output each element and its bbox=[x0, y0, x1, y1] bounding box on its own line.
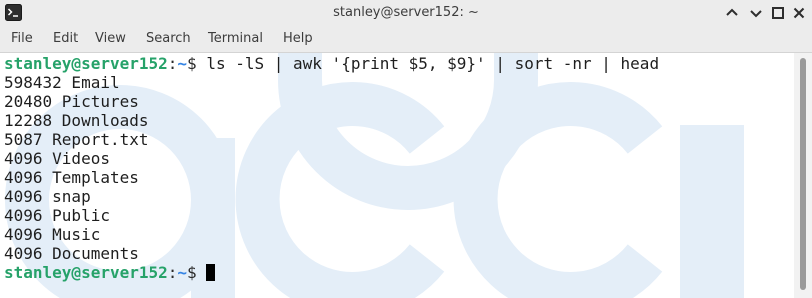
close-icon[interactable] bbox=[791, 5, 807, 21]
prompt-user-host: stanley@server152 bbox=[4, 54, 168, 73]
menu-search[interactable]: Search bbox=[146, 31, 191, 46]
minimize-icon[interactable] bbox=[724, 5, 740, 21]
output-line: 5087 Report.txt bbox=[4, 130, 149, 149]
scrollbar-thumb[interactable] bbox=[800, 58, 806, 290]
prompt-path: ~ bbox=[177, 263, 188, 282]
vertical-scrollbar[interactable] bbox=[794, 53, 812, 298]
terminal-window: stanley@server152: ~ File Edit View Sear… bbox=[0, 0, 812, 298]
prompt-user-host: stanley@server152 bbox=[4, 263, 168, 282]
output-line: 12288 Downloads bbox=[4, 111, 149, 130]
menu-terminal[interactable]: Terminal bbox=[208, 31, 263, 46]
title-bar[interactable]: stanley@server152: ~ bbox=[0, 0, 812, 27]
command-text: ls -lS | awk '{print $5, $9}' | sort -nr… bbox=[206, 54, 660, 73]
output-line: 4096 Public bbox=[4, 206, 110, 225]
menu-help[interactable]: Help bbox=[283, 31, 313, 46]
active-prompt-line[interactable]: stanley@server152:~$ bbox=[4, 263, 216, 282]
output-line: 4096 Documents bbox=[4, 244, 139, 263]
menu-bar: File Edit View Search Terminal Help bbox=[0, 27, 812, 53]
menu-file[interactable]: File bbox=[11, 31, 33, 46]
terminal-output-area[interactable]: stanley@server152:~$ ls -lS | awk '{prin… bbox=[0, 53, 793, 298]
command-line: stanley@server152:~$ ls -lS | awk '{prin… bbox=[4, 54, 659, 73]
menu-view[interactable]: View bbox=[95, 31, 126, 46]
text-cursor bbox=[206, 264, 216, 281]
output-line: 4096 Templates bbox=[4, 168, 139, 187]
output-line: 598432 Email bbox=[4, 73, 120, 92]
menu-edit[interactable]: Edit bbox=[53, 31, 78, 46]
window-title: stanley@server152: ~ bbox=[333, 5, 479, 20]
prompt-separator: : bbox=[167, 263, 178, 282]
maximize-icon[interactable] bbox=[748, 5, 764, 21]
restore-icon[interactable] bbox=[770, 5, 786, 21]
prompt-separator: : bbox=[167, 54, 178, 73]
output-line: 4096 Music bbox=[4, 225, 101, 244]
output-line: 4096 snap bbox=[4, 187, 91, 206]
output-line: 20480 Pictures bbox=[4, 92, 139, 111]
prompt-symbol: $ bbox=[187, 263, 197, 282]
prompt-path: ~ bbox=[177, 54, 188, 73]
prompt-symbol: $ bbox=[187, 54, 197, 73]
output-line: 4096 Videos bbox=[4, 149, 110, 168]
